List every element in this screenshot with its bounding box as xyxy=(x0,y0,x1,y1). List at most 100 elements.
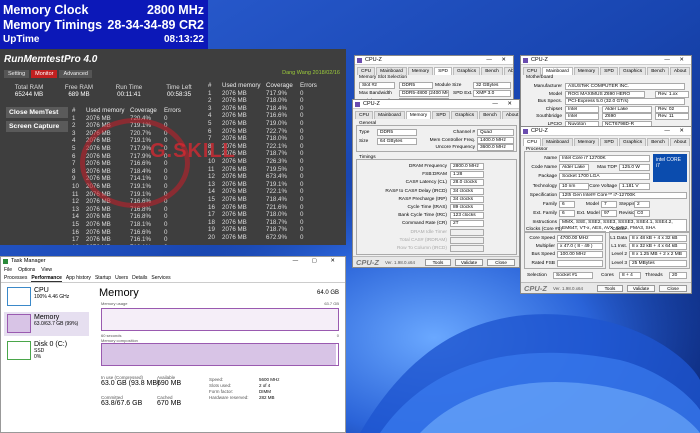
table-cell: 2076 MB xyxy=(222,89,247,97)
tab-memory[interactable]: Memory xyxy=(573,138,600,146)
slot-select[interactable]: Slot #2 xyxy=(359,82,395,89)
tab-cpu[interactable]: CPU xyxy=(523,138,542,146)
tab-advanced[interactable]: Advanced xyxy=(59,70,92,78)
tab-graphics[interactable]: Graphics xyxy=(619,67,647,75)
window-controls[interactable]: — ✕ xyxy=(492,100,516,109)
detail-label: Hardware reserved: xyxy=(209,395,249,400)
table-header-row: # Used memory Coverage Errors xyxy=(72,107,184,115)
table-cell: 2076 MB xyxy=(86,144,111,152)
table-cell: 15 xyxy=(208,195,215,203)
tab-about[interactable]: About xyxy=(501,111,519,119)
tab-users[interactable]: Users xyxy=(115,274,128,282)
tab-setting[interactable]: Setting xyxy=(4,70,30,78)
label: Bus Speed xyxy=(531,252,555,258)
table-cell: 4 xyxy=(72,137,76,145)
table-cell: 5 xyxy=(208,119,212,127)
sidebar-item-sub: 63.0/63.7 GB (99%) xyxy=(34,321,79,327)
table-cell: 717.9% xyxy=(266,89,287,97)
tab-monitor[interactable]: Monitor xyxy=(31,70,58,78)
cpuz-tabs: CPU Mainboard Memory SPD Graphics Bench … xyxy=(353,109,519,119)
tab-graphics[interactable]: Graphics xyxy=(453,67,481,75)
tab-mainboard[interactable]: Mainboard xyxy=(376,67,407,75)
tab-memory[interactable]: Memory xyxy=(405,111,432,119)
table-cell: 2076 MB xyxy=(86,167,111,175)
window-controls[interactable]: — ▢ ✕ xyxy=(293,257,341,266)
tab-app-history[interactable]: App history xyxy=(66,274,91,282)
tab-about[interactable]: About xyxy=(669,67,691,75)
window-controls[interactable]: — ✕ xyxy=(486,56,510,65)
tab-spd[interactable]: SPD xyxy=(434,67,453,75)
tab-cpu[interactable]: CPU xyxy=(523,67,542,75)
window-controls[interactable]: — ✕ xyxy=(664,56,688,65)
tools-button[interactable]: Tools xyxy=(425,259,451,266)
table-cell: 0 xyxy=(300,112,304,120)
window-controls[interactable]: — ✕ xyxy=(664,127,688,136)
tab-graphics[interactable]: Graphics xyxy=(619,138,647,146)
stat-committed: Committed 63.8/67.6 GB xyxy=(101,395,142,407)
field: Alder Lake xyxy=(559,164,589,172)
table-cell: 0 xyxy=(164,122,168,130)
menu-view[interactable]: View xyxy=(41,266,52,274)
table-cell: 718.7% xyxy=(266,150,287,158)
table-cell: 0 xyxy=(300,89,304,97)
tab-spd[interactable]: SPD xyxy=(600,138,619,146)
menu-file[interactable]: File xyxy=(4,266,12,274)
table-header: Coverage xyxy=(130,107,157,114)
field: 4700.00 MHz xyxy=(557,235,603,242)
tab-about[interactable]: About xyxy=(503,67,513,75)
tab-about[interactable]: About xyxy=(669,138,691,146)
field xyxy=(557,259,603,267)
table-cell: 2 xyxy=(72,122,76,130)
table-cell: 2076 MB xyxy=(222,104,247,112)
tab-bench[interactable]: Bench xyxy=(647,67,669,75)
tab-memory[interactable]: Memory xyxy=(573,67,600,75)
cpuz-logo: CPU-Z xyxy=(356,258,379,267)
stat-value: 670 MB xyxy=(157,400,182,407)
timing-field xyxy=(450,228,484,236)
stat-value: 690 MB xyxy=(157,380,182,387)
selection-select[interactable]: Socket #1 xyxy=(553,272,593,279)
tab-memory[interactable]: Memory xyxy=(407,67,434,75)
field: Intel Core i7 12700K xyxy=(559,155,650,162)
tab-spd[interactable]: SPD xyxy=(600,67,619,75)
screen-capture-button[interactable]: Screen Capture xyxy=(6,121,68,132)
table-cell: 716.8% xyxy=(130,205,151,213)
menu-options[interactable]: Options xyxy=(18,266,35,274)
memory-size-field: 64 GBytes xyxy=(377,138,417,145)
table-cell: 0 xyxy=(300,226,304,234)
tab-spd[interactable]: SPD xyxy=(432,111,451,119)
sidebar-item-disk[interactable]: Disk 0 (C:) SSD 0% xyxy=(4,339,89,363)
task-manager-icon xyxy=(3,259,8,264)
field: x 47.0 ( 8 - 49 ) xyxy=(557,243,603,251)
sidebar-item-cpu[interactable]: CPU 100% 4.46 GHz xyxy=(4,285,89,309)
tools-button[interactable]: Tools xyxy=(597,285,623,292)
tab-mainboard[interactable]: Mainboard xyxy=(542,67,573,75)
tab-details[interactable]: Details xyxy=(132,274,147,282)
validate-button[interactable]: Validate xyxy=(627,285,655,292)
tab-cpu[interactable]: CPU xyxy=(355,111,374,119)
tab-startup[interactable]: Startup xyxy=(95,274,111,282)
tab-bench[interactable]: Bench xyxy=(481,67,503,75)
tab-bench[interactable]: Bench xyxy=(479,111,501,119)
tab-services[interactable]: Services xyxy=(151,274,170,282)
tab-graphics[interactable]: Graphics xyxy=(451,111,479,119)
tab-performance[interactable]: Performance xyxy=(31,274,62,282)
close-button[interactable]: Close xyxy=(659,285,687,292)
validate-button[interactable]: Validate xyxy=(455,259,483,266)
sidebar-item-memory[interactable]: Memory 63.0/63.7 GB (99%) xyxy=(4,312,89,336)
tab-mainboard[interactable]: Mainboard xyxy=(542,138,573,146)
table-cell: 2076 MB xyxy=(86,213,111,221)
tab-mainboard[interactable]: Mainboard xyxy=(374,111,405,119)
close-memtest-button[interactable]: Close MemTest xyxy=(6,107,68,118)
table-cell: 716.1% xyxy=(130,236,151,244)
label: Bank Cycle Time (tRC) xyxy=(398,213,447,219)
tab-bench[interactable]: Bench xyxy=(647,138,669,146)
table-cell: 19 xyxy=(208,226,215,234)
cpuz-app-icon xyxy=(355,102,360,107)
field: PCI-Express 5.0 (32.0 GT/s) xyxy=(565,98,685,105)
cpuz-app-icon xyxy=(523,58,528,63)
table-cell: 2076 MB xyxy=(222,195,247,203)
tab-processes[interactable]: Processes xyxy=(4,274,27,282)
close-button[interactable]: Close xyxy=(487,259,515,266)
tab-cpu[interactable]: CPU xyxy=(357,67,376,75)
